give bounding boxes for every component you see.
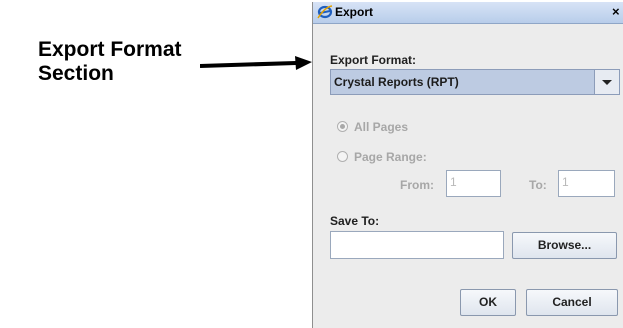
to-field[interactable]: 1	[558, 170, 615, 197]
browse-button[interactable]: Browse...	[512, 232, 617, 259]
export-format-select[interactable]: Crystal Reports (RPT)	[330, 69, 620, 95]
all-pages-label: All Pages	[354, 120, 409, 134]
page-range-label: Page Range:	[354, 150, 427, 164]
app-icon	[317, 5, 333, 19]
from-field[interactable]: 1	[446, 170, 501, 197]
annotation-arrow	[200, 56, 312, 70]
all-pages-radio[interactable]	[337, 121, 348, 132]
from-label: From:	[400, 178, 434, 192]
save-to-field[interactable]	[330, 231, 504, 259]
dialog-title: Export	[335, 5, 374, 19]
export-format-label: Export Format:	[330, 53, 417, 67]
ok-button[interactable]: OK	[460, 289, 516, 316]
close-icon[interactable]: ×	[612, 4, 623, 19]
annotation-line-2: Section	[38, 62, 114, 85]
dropdown-button[interactable]	[594, 70, 619, 94]
dropdown-arrow-icon	[602, 80, 612, 85]
annotation-label: Export Format Section	[38, 38, 208, 86]
page-range-radio[interactable]	[337, 151, 348, 162]
save-to-label: Save To:	[330, 214, 380, 228]
cancel-button[interactable]: Cancel	[526, 289, 618, 316]
from-value: 1	[450, 175, 457, 189]
export-dialog: Export × Export Format: Crystal Reports …	[312, 2, 623, 328]
to-label: To:	[529, 178, 547, 192]
title-bar[interactable]: Export ×	[313, 2, 623, 24]
to-value: 1	[562, 175, 569, 189]
export-format-value: Crystal Reports (RPT)	[334, 75, 459, 89]
annotation-line-1: Export Format	[38, 38, 182, 61]
